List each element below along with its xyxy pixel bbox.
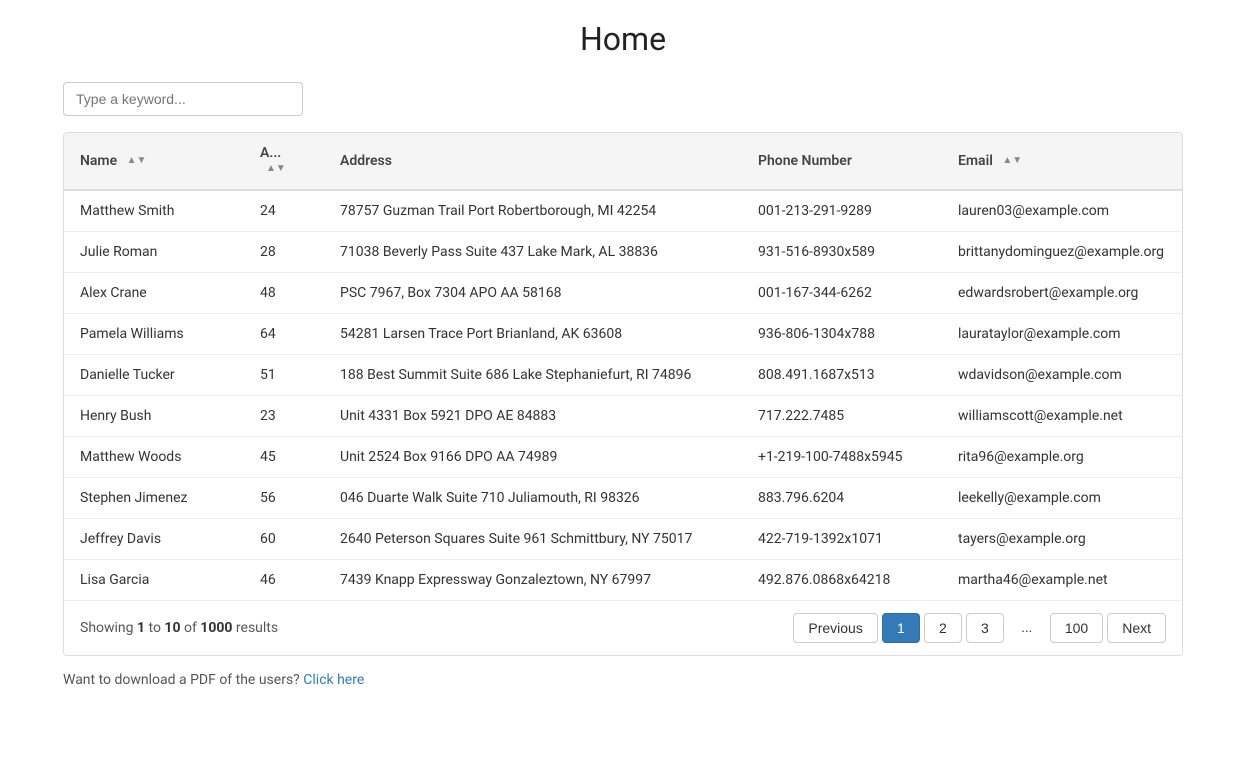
showing-to: 10 <box>164 620 180 636</box>
cell-email: leekelly@example.com <box>942 478 1182 519</box>
table-row: Alex Crane 48 PSC 7967, Box 7304 APO AA … <box>64 273 1182 314</box>
cell-age: 46 <box>244 560 324 601</box>
table-row: Danielle Tucker 51 188 Best Summit Suite… <box>64 355 1182 396</box>
cell-age: 51 <box>244 355 324 396</box>
cell-name: Pamela Williams <box>64 314 244 355</box>
table-container: Name ▲▼ A... ▲▼ Address Phone Number Ema <box>63 132 1183 656</box>
page-2-button[interactable]: 2 <box>924 613 962 643</box>
cell-address: Unit 2524 Box 9166 DPO AA 74989 <box>324 437 742 478</box>
cell-name: Danielle Tucker <box>64 355 244 396</box>
cell-age: 60 <box>244 519 324 560</box>
cell-age: 28 <box>244 232 324 273</box>
cell-phone: 717.222.7485 <box>742 396 942 437</box>
cell-age: 45 <box>244 437 324 478</box>
cell-name: Julie Roman <box>64 232 244 273</box>
table-header: Name ▲▼ A... ▲▼ Address Phone Number Ema <box>64 133 1182 190</box>
table-row: Henry Bush 23 Unit 4331 Box 5921 DPO AE … <box>64 396 1182 437</box>
page-3-button[interactable]: 3 <box>966 613 1004 643</box>
cell-email: edwardsrobert@example.org <box>942 273 1182 314</box>
cell-address: 046 Duarte Walk Suite 710 Juliamouth, RI… <box>324 478 742 519</box>
cell-address: 78757 Guzman Trail Port Robertborough, M… <box>324 190 742 232</box>
cell-address: 2640 Peterson Squares Suite 961 Schmittb… <box>324 519 742 560</box>
cell-name: Alex Crane <box>64 273 244 314</box>
cell-email: tayers@example.org <box>942 519 1182 560</box>
data-table: Name ▲▼ A... ▲▼ Address Phone Number Ema <box>64 133 1182 600</box>
page-1-button[interactable]: 1 <box>882 613 920 643</box>
cell-name: Jeffrey Davis <box>64 519 244 560</box>
cell-phone: +1-219-100-7488x5945 <box>742 437 942 478</box>
showing-from: 1 <box>137 620 145 636</box>
showing-total: 1000 <box>200 620 232 636</box>
cell-phone: 936-806-1304x788 <box>742 314 942 355</box>
cell-phone: 883.796.6204 <box>742 478 942 519</box>
cell-address: 54281 Larsen Trace Port Brianland, AK 63… <box>324 314 742 355</box>
pagination-buttons: Previous 1 2 3 ... 100 Next <box>793 613 1166 643</box>
cell-age: 24 <box>244 190 324 232</box>
cell-age: 48 <box>244 273 324 314</box>
cell-phone: 001-167-344-6262 <box>742 273 942 314</box>
cell-name: Henry Bush <box>64 396 244 437</box>
table-row: Jeffrey Davis 60 2640 Peterson Squares S… <box>64 519 1182 560</box>
cell-name: Lisa Garcia <box>64 560 244 601</box>
table-row: Stephen Jimenez 56 046 Duarte Walk Suite… <box>64 478 1182 519</box>
cell-age: 64 <box>244 314 324 355</box>
cell-phone: 931-516-8930x589 <box>742 232 942 273</box>
cell-address: 71038 Beverly Pass Suite 437 Lake Mark, … <box>324 232 742 273</box>
previous-button[interactable]: Previous <box>793 613 877 643</box>
download-prompt: Want to download a PDF of the users? <box>63 672 300 688</box>
page-100-button[interactable]: 100 <box>1050 613 1103 643</box>
cell-email: lauren03@example.com <box>942 190 1182 232</box>
cell-email: martha46@example.net <box>942 560 1182 601</box>
page-dots: ... <box>1008 614 1046 642</box>
next-button[interactable]: Next <box>1107 613 1166 643</box>
cell-name: Stephen Jimenez <box>64 478 244 519</box>
cell-phone: 492.876.0868x64218 <box>742 560 942 601</box>
download-link[interactable]: Click here <box>303 672 364 688</box>
sort-arrows-name: ▲▼ <box>127 156 147 166</box>
table-row: Matthew Woods 45 Unit 2524 Box 9166 DPO … <box>64 437 1182 478</box>
col-header-email[interactable]: Email ▲▼ <box>942 133 1182 190</box>
cell-age: 23 <box>244 396 324 437</box>
table-row: Lisa Garcia 46 7439 Knapp Expressway Gon… <box>64 560 1182 601</box>
table-row: Julie Roman 28 71038 Beverly Pass Suite … <box>64 232 1182 273</box>
cell-email: brittanydominguez@example.org <box>942 232 1182 273</box>
cell-email: williamscott@example.net <box>942 396 1182 437</box>
cell-address: Unit 4331 Box 5921 DPO AE 84883 <box>324 396 742 437</box>
cell-name: Matthew Smith <box>64 190 244 232</box>
search-input[interactable] <box>63 82 303 116</box>
header-row: Name ▲▼ A... ▲▼ Address Phone Number Ema <box>64 133 1182 190</box>
page-title: Home <box>63 20 1183 58</box>
cell-address: PSC 7967, Box 7304 APO AA 58168 <box>324 273 742 314</box>
pagination-row: Showing 1 to 10 of 1000 results Previous… <box>64 600 1182 655</box>
cell-email: wdavidson@example.com <box>942 355 1182 396</box>
cell-phone: 001-213-291-9289 <box>742 190 942 232</box>
sort-arrows-age: ▲▼ <box>266 164 286 174</box>
showing-text: Showing 1 to 10 of 1000 results <box>80 620 278 636</box>
cell-address: 188 Best Summit Suite 686 Lake Stephanie… <box>324 355 742 396</box>
cell-email: rita96@example.org <box>942 437 1182 478</box>
col-header-address: Address <box>324 133 742 190</box>
cell-phone: 808.491.1687x513 <box>742 355 942 396</box>
cell-phone: 422-719-1392x1071 <box>742 519 942 560</box>
col-header-name[interactable]: Name ▲▼ <box>64 133 244 190</box>
cell-address: 7439 Knapp Expressway Gonzaleztown, NY 6… <box>324 560 742 601</box>
col-header-age[interactable]: A... ▲▼ <box>244 133 324 190</box>
table-row: Pamela Williams 64 54281 Larsen Trace Po… <box>64 314 1182 355</box>
download-section: Want to download a PDF of the users? Cli… <box>63 672 1183 688</box>
cell-age: 56 <box>244 478 324 519</box>
page-wrapper: Home Name ▲▼ A... ▲▼ Address <box>33 0 1213 708</box>
cell-email: laurataylor@example.com <box>942 314 1182 355</box>
cell-name: Matthew Woods <box>64 437 244 478</box>
col-header-phone: Phone Number <box>742 133 942 190</box>
table-body: Matthew Smith 24 78757 Guzman Trail Port… <box>64 190 1182 600</box>
sort-arrows-email: ▲▼ <box>1002 156 1022 166</box>
table-row: Matthew Smith 24 78757 Guzman Trail Port… <box>64 190 1182 232</box>
